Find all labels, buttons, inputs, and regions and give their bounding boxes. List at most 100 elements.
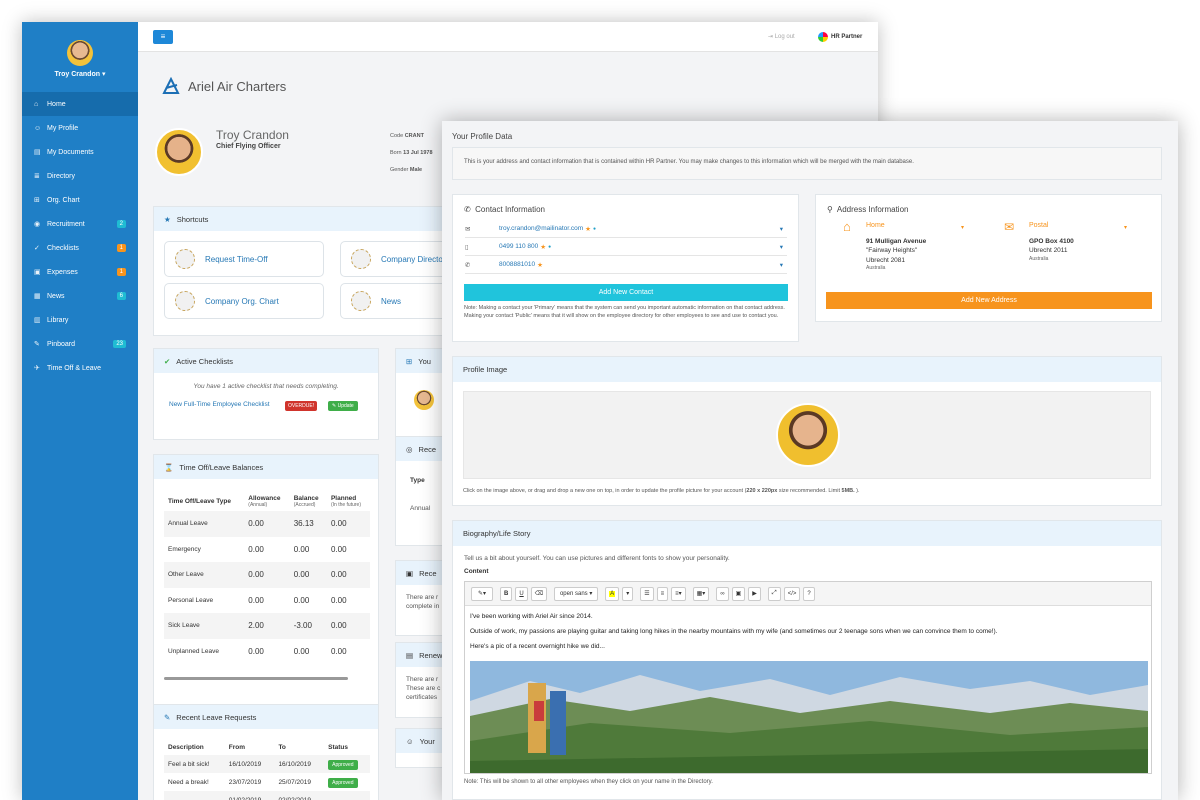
sidebar-user[interactable]: Troy Crandon ▾: [22, 22, 138, 92]
logout-link[interactable]: ⇥ Log out: [768, 33, 795, 40]
color-button[interactable]: A: [605, 586, 620, 601]
profile-code: Code CRANT: [390, 133, 424, 139]
sidebar-item-my-documents[interactable]: ▤ My Documents: [22, 140, 138, 164]
rich-text-editor[interactable]: ✎▾ B U ⌫ open sans ▾ A ▾ ☰ ≡ ≡▾ ▦▾ ∞ ▣ ▶: [464, 581, 1152, 774]
profile-gender: Gender Male: [390, 167, 422, 173]
contact-caret-icon[interactable]: ▾: [780, 225, 787, 233]
add-address-button[interactable]: Add New Address: [826, 292, 1152, 309]
table-cell: 0.00: [330, 621, 347, 631]
hike-photo[interactable]: [470, 661, 1148, 773]
sitemap-icon: ⊞: [406, 356, 413, 366]
eraser-button[interactable]: ⌫: [530, 586, 548, 601]
checklists-note: You have 1 active checklist that needs c…: [193, 383, 339, 390]
checklist-link[interactable]: New Full-Time Employee Checklist: [169, 401, 270, 408]
sidebar-item-pinboard[interactable]: ✎ Pinboard 23: [22, 332, 138, 356]
contact-caret-icon[interactable]: ▾: [780, 243, 787, 251]
avatar[interactable]: [67, 40, 93, 66]
primary-star-icon[interactable]: ★: [540, 243, 546, 251]
contact-row: ✆ 8008881010 ★ ▾: [465, 256, 787, 274]
profile-picture[interactable]: [776, 403, 840, 467]
bold-button[interactable]: B: [500, 586, 513, 601]
align-left-icon: ≡▾: [675, 591, 682, 597]
sidebar-item-news[interactable]: ▦ News 6: [22, 284, 138, 308]
shortcut-label: News: [381, 296, 402, 306]
align-button[interactable]: ≡▾: [671, 586, 686, 601]
manager-avatar[interactable]: [414, 390, 434, 410]
sidebar-item-expenses[interactable]: ▣ Expenses 1: [22, 260, 138, 284]
bio-title: Biography/Life Story: [463, 529, 531, 538]
bullet-list-button[interactable]: ☰: [640, 586, 654, 601]
home-address-label[interactable]: Home: [866, 222, 885, 229]
help-button[interactable]: ?: [803, 586, 815, 601]
address-panel: ⚲ Address Information ⌂ Home ▾ 91 Mullig…: [815, 194, 1162, 322]
sidebar-item-label: Time Off & Leave: [47, 364, 102, 372]
sidebar-item-org-chart[interactable]: ⊞ Org. Chart: [22, 188, 138, 212]
contact-value[interactable]: troy.crandon@mailinator.com: [499, 225, 583, 232]
table-row[interactable]: Feel a bit sick! 16/10/2019 16/10/2019 Appr…: [164, 755, 370, 773]
postal-line2: Ubrecht 2011: [1029, 247, 1068, 255]
table-button[interactable]: ▦▾: [692, 586, 710, 601]
company-logo-icon: [162, 77, 180, 94]
add-contact-button[interactable]: Add New Contact: [464, 284, 788, 301]
profile-avatar[interactable]: [155, 128, 203, 176]
public-globe-icon[interactable]: ●: [593, 226, 596, 232]
caret-down-icon: ▾: [589, 591, 593, 597]
contact-value[interactable]: 8008881010: [499, 261, 535, 268]
table-row[interactable]: Need a break! 23/07/2019 25/07/2019 Approve…: [164, 773, 370, 791]
sidebar-item-directory[interactable]: ≣ Directory: [22, 164, 138, 188]
style-button[interactable]: ✎▾: [471, 586, 493, 601]
public-globe-icon[interactable]: ●: [548, 244, 551, 250]
video-button[interactable]: ▶: [748, 586, 761, 601]
shortcut-org-chart[interactable]: Company Org. Chart: [164, 283, 324, 319]
contact-caret-icon[interactable]: ▾: [780, 261, 787, 269]
sidebar-item-library[interactable]: ▥ Library: [22, 308, 138, 332]
table-row: Emergency 0.00 0.00 0.00: [164, 536, 370, 562]
company-name: Ariel Air Charters: [188, 78, 287, 94]
editor-content[interactable]: I've been working with Ariel Air since 2…: [465, 606, 1151, 657]
primary-star-icon[interactable]: ★: [585, 225, 591, 233]
hr-partner-logo-icon: [818, 32, 828, 42]
caret-down-icon: ▾: [101, 71, 106, 78]
home-caret-icon[interactable]: ▾: [961, 224, 964, 231]
table-cell: 0.00: [248, 646, 264, 656]
primary-star-icon[interactable]: ★: [537, 261, 543, 269]
sidebar-item-recruitment[interactable]: ◉ Recruitment 2: [22, 212, 138, 236]
sidebar-item-my-profile[interactable]: ☺ My Profile: [22, 116, 138, 140]
sidebar-item-time-off-leave[interactable]: ✈ Time Off & Leave: [22, 356, 138, 380]
renew-text: There are r These are c certificates: [406, 675, 440, 702]
link-button[interactable]: ∞: [716, 586, 729, 601]
sidebar-item-checklists[interactable]: ✓ Checklists 1: [22, 236, 138, 260]
font-select[interactable]: open sans ▾: [554, 586, 599, 601]
fullscreen-button[interactable]: ⤢: [767, 586, 781, 601]
update-button[interactable]: ✎ Update: [328, 401, 358, 411]
code-value: CRANT: [404, 133, 424, 139]
table-row[interactable]: ... 01/02/2019 02/02/2019: [164, 791, 370, 800]
shortcut-request-time-off[interactable]: Request Time-Off: [164, 241, 324, 277]
profile-born: Born 13 Jul 1978: [390, 150, 433, 156]
image-dropzone[interactable]: [463, 391, 1151, 479]
contact-value[interactable]: 0499 110 800: [499, 243, 538, 250]
postal-caret-icon[interactable]: ▾: [1124, 224, 1127, 231]
underline-button[interactable]: U: [515, 586, 528, 601]
postal-address-label[interactable]: Postal: [1029, 222, 1048, 229]
sidebar-item-label: Library: [47, 316, 69, 324]
column-title: Allowance: [248, 494, 281, 502]
color-dropdown[interactable]: ▾: [622, 586, 634, 601]
menu-toggle-button[interactable]: ≡: [153, 30, 173, 44]
home-icon: ⌂: [843, 219, 851, 234]
column-subtitle: (Annual): [248, 501, 268, 508]
sidebar-item-home[interactable]: ⌂ Home: [22, 92, 138, 116]
you-title: You: [418, 356, 431, 366]
phone-icon: ✆: [465, 261, 471, 269]
bio-footer-note: Note: This will be shown to all other em…: [464, 779, 713, 785]
gender-label: Gender: [390, 167, 409, 173]
user-name: Troy Crandon: [54, 71, 101, 78]
code-view-button[interactable]: </>: [783, 586, 801, 601]
horizontal-scrollbar[interactable]: [164, 677, 348, 680]
picture-button[interactable]: ▣: [731, 586, 746, 601]
number-list-button[interactable]: ≡: [656, 586, 669, 601]
logout-icon: ⇥: [768, 34, 774, 40]
font-name: open sans: [559, 590, 588, 597]
table-cell: 0.00: [293, 646, 310, 656]
envelope-icon: ✉: [1004, 220, 1015, 234]
